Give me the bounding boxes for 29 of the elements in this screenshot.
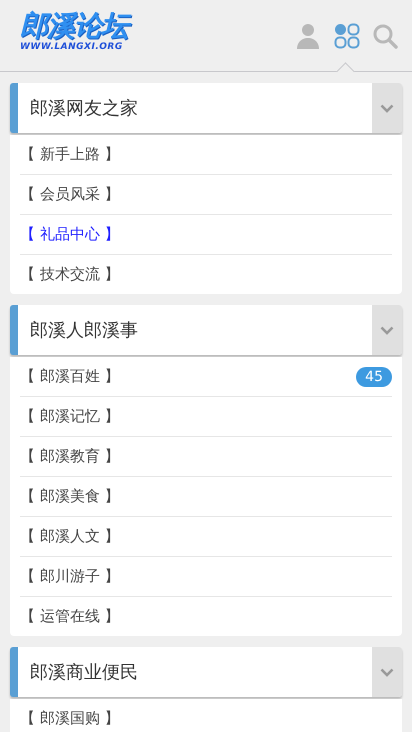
- user-icon: [296, 22, 320, 48]
- forum-link[interactable]: 【 会员风采 】: [20, 185, 120, 204]
- search-button[interactable]: [372, 22, 398, 48]
- forum-link[interactable]: 【 郎溪美食 】: [20, 487, 120, 506]
- forum-link[interactable]: 【 技术交流 】: [20, 265, 120, 284]
- grid-button[interactable]: [334, 22, 360, 48]
- forum-link[interactable]: 【 礼品中心 】: [20, 225, 120, 244]
- forum-link[interactable]: 【 运管在线 】: [20, 607, 120, 626]
- forum-link[interactable]: 【 郎溪教育 】: [20, 447, 120, 466]
- logo-url: WWW.LANGXI.ORG: [20, 42, 123, 52]
- forum-link[interactable]: 【 郎川游子 】: [20, 567, 120, 586]
- collapse-button[interactable]: [372, 647, 402, 697]
- collapse-button[interactable]: [372, 305, 402, 355]
- user-button[interactable]: [296, 22, 322, 48]
- forum-link[interactable]: 【 郎溪国购 】: [20, 709, 120, 728]
- section-title: 郎溪人郎溪事: [29, 319, 139, 343]
- section-title: 郎溪网友之家: [29, 97, 139, 121]
- count-badge: 45: [356, 366, 392, 386]
- chevron-icon: [380, 104, 394, 112]
- forum-link[interactable]: 【 郎溪百姓 】: [20, 367, 120, 386]
- search-icon: [372, 22, 398, 48]
- forum-link[interactable]: 【 郎溪记忆 】: [20, 407, 120, 426]
- collapse-button[interactable]: [372, 83, 402, 133]
- chevron-icon: [380, 326, 394, 334]
- forum-link[interactable]: 【 郎溪人文 】: [20, 527, 120, 546]
- forum-link[interactable]: 【 新手上路 】: [20, 145, 120, 164]
- grid-icon: [334, 22, 360, 48]
- section-title: 郎溪商业便民: [29, 661, 139, 685]
- chevron-icon: [380, 668, 394, 676]
